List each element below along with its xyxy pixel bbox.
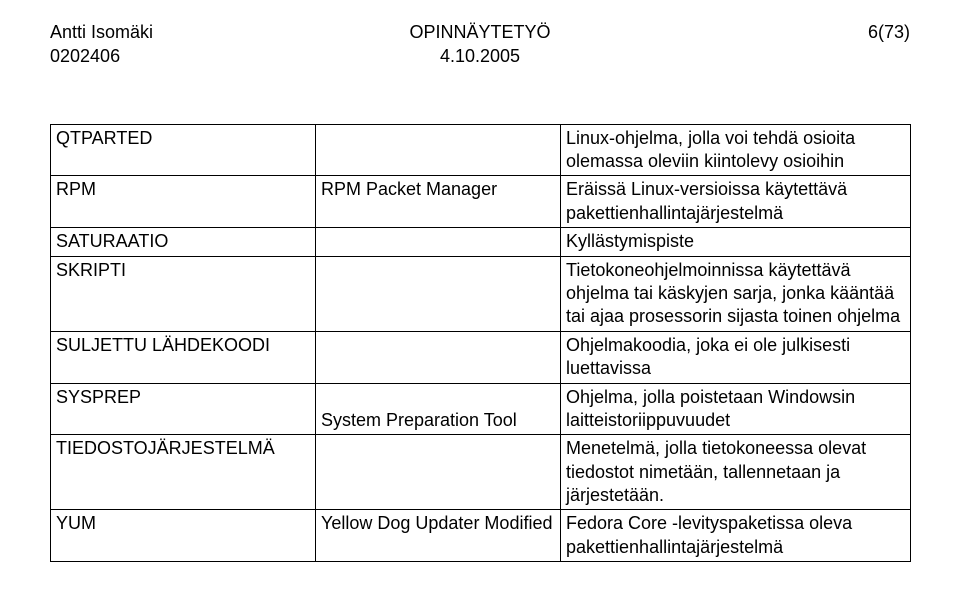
- definition-cell: Ohjelmakoodia, joka ei ole julkisesti lu…: [561, 331, 911, 383]
- table-row: SKRIPTI Tietokoneohjelmoinnissa käytettä…: [51, 256, 911, 331]
- table-row: RPM RPM Packet Manager Eräissä Linux-ver…: [51, 176, 911, 228]
- term-cell: SULJETTU LÄHDEKOODI: [51, 331, 316, 383]
- definition-cell: Linux-ohjelma, jolla voi tehdä osioita o…: [561, 124, 911, 176]
- term-cell: YUM: [51, 510, 316, 562]
- definition-cell: Menetelmä, jolla tietokoneessa olevat ti…: [561, 435, 911, 510]
- table-row: SYSPREP System Preparation Tool Ohjelma,…: [51, 383, 911, 435]
- term-cell: QTPARTED: [51, 124, 316, 176]
- term-cell: SATURAATIO: [51, 228, 316, 256]
- definition-cell: Tietokoneohjelmoinnissa käytettävä ohjel…: [561, 256, 911, 331]
- abbr-cell: [316, 228, 561, 256]
- table-row: TIEDOSTOJÄRJESTELMÄ Menetelmä, jolla tie…: [51, 435, 911, 510]
- definition-cell: Ohjelma, jolla poistetaan Windowsin lait…: [561, 383, 911, 435]
- author-name: Antti Isomäki: [50, 20, 153, 44]
- abbr-cell: [316, 124, 561, 176]
- page-header: Antti Isomäki 0202406 OPINNÄYTETYÖ 4.10.…: [50, 20, 910, 69]
- page-number: 6(73): [868, 20, 910, 44]
- abbr-cell: [316, 435, 561, 510]
- table-row: QTPARTED Linux-ohjelma, jolla voi tehdä …: [51, 124, 911, 176]
- page: Antti Isomäki 0202406 OPINNÄYTETYÖ 4.10.…: [0, 0, 960, 605]
- term-cell: SYSPREP: [51, 383, 316, 435]
- table-row: SATURAATIO Kyllästymispiste: [51, 228, 911, 256]
- table-row: YUM Yellow Dog Updater Modified Fedora C…: [51, 510, 911, 562]
- table-row: SULJETTU LÄHDEKOODI Ohjelmakoodia, joka …: [51, 331, 911, 383]
- abbr-cell: System Preparation Tool: [316, 383, 561, 435]
- term-cell: RPM: [51, 176, 316, 228]
- header-right: 6(73): [868, 20, 910, 44]
- glossary-table: QTPARTED Linux-ohjelma, jolla voi tehdä …: [50, 124, 911, 563]
- author-id: 0202406: [50, 44, 153, 68]
- abbr-cell: [316, 331, 561, 383]
- abbr-cell: [316, 256, 561, 331]
- abbr-cell: RPM Packet Manager: [316, 176, 561, 228]
- abbr-cell: Yellow Dog Updater Modified: [316, 510, 561, 562]
- definition-cell: Fedora Core -levityspaketissa oleva pake…: [561, 510, 911, 562]
- definition-cell: Kyllästymispiste: [561, 228, 911, 256]
- definition-cell: Eräissä Linux-versioissa käytettävä pake…: [561, 176, 911, 228]
- header-left: Antti Isomäki 0202406: [50, 20, 153, 69]
- term-cell: TIEDOSTOJÄRJESTELMÄ: [51, 435, 316, 510]
- term-cell: SKRIPTI: [51, 256, 316, 331]
